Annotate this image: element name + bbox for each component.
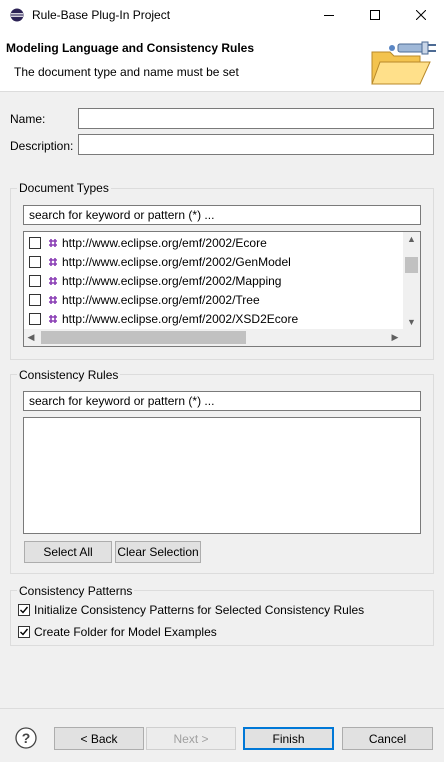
scroll-up-icon[interactable]: ▲ xyxy=(403,232,420,246)
maximize-icon xyxy=(370,10,380,20)
list-item-label: http://www.eclipse.org/emf/2002/Ecore xyxy=(62,235,267,250)
minimize-icon xyxy=(324,15,334,16)
checkbox[interactable] xyxy=(29,293,41,306)
list-item-label: http://www.eclipse.org/emf/2002/Mapping xyxy=(62,273,282,288)
footer-separator xyxy=(0,708,444,709)
list-item-label: http://www.eclipse.org/emf/2002/Tree xyxy=(62,292,260,307)
checkbox[interactable] xyxy=(29,312,41,325)
create-folder-option[interactable]: Create Folder for Model Examples xyxy=(18,625,217,639)
scroll-down-icon[interactable]: ▼ xyxy=(403,315,420,329)
package-icon xyxy=(49,314,57,323)
list-item[interactable]: http://www.eclipse.org/emf/2002/GenModel xyxy=(24,252,404,271)
page-message: The document type and name must be set xyxy=(14,65,239,79)
page-title: Modeling Language and Consistency Rules xyxy=(6,41,255,55)
horizontal-scrollbar[interactable]: ◀ ▶ xyxy=(24,329,420,346)
back-button[interactable]: < Back xyxy=(54,727,144,750)
document-types-list[interactable]: http://www.eclipse.org/emf/2002/Ecore ht… xyxy=(23,231,421,347)
name-label: Name: xyxy=(10,112,46,126)
title-bar: Rule-Base Plug-In Project xyxy=(0,0,444,30)
checkbox[interactable] xyxy=(29,236,41,249)
package-icon xyxy=(49,295,57,304)
checkbox[interactable] xyxy=(29,255,41,268)
close-button[interactable] xyxy=(398,0,444,30)
window-title: Rule-Base Plug-In Project xyxy=(32,8,171,22)
list-item-label: http://www.eclipse.org/emf/2002/GenModel xyxy=(62,254,291,269)
consistency-rules-search[interactable]: search for keyword or pattern (*) ... xyxy=(23,391,421,411)
document-types-search[interactable]: search for keyword or pattern (*) ... xyxy=(23,205,421,225)
checkbox[interactable] xyxy=(18,626,30,638)
scroll-left-icon[interactable]: ◀ xyxy=(24,329,38,346)
close-icon xyxy=(416,10,426,20)
checkmark-icon xyxy=(20,628,29,636)
svg-text:?: ? xyxy=(22,730,31,746)
checkmark-icon xyxy=(20,606,29,614)
name-input[interactable] xyxy=(78,108,434,129)
package-icon xyxy=(49,238,57,247)
document-types-title: Document Types xyxy=(17,181,111,195)
description-label: Description: xyxy=(10,139,74,153)
select-all-button[interactable]: Select All xyxy=(24,541,112,563)
maximize-button[interactable] xyxy=(352,0,398,30)
minimize-button[interactable] xyxy=(306,0,352,30)
list-item[interactable]: http://www.eclipse.org/emf/2002/Tree xyxy=(24,290,404,309)
consistency-rules-title: Consistency Rules xyxy=(17,368,121,382)
list-item[interactable]: http://www.eclipse.org/emf/2002/Mapping xyxy=(24,271,404,290)
checkbox[interactable] xyxy=(18,604,30,616)
clear-selection-button[interactable]: Clear Selection xyxy=(115,541,201,563)
eclipse-icon xyxy=(10,8,24,22)
description-input[interactable] xyxy=(78,134,434,155)
finish-button[interactable]: Finish xyxy=(243,727,334,750)
list-item[interactable]: http://www.eclipse.org/emf/2002/XSD2Ecor… xyxy=(24,309,404,328)
consistency-patterns-title: Consistency Patterns xyxy=(17,584,135,598)
folder-plugin-icon xyxy=(371,41,436,85)
wizard-header: Modeling Language and Consistency Rules … xyxy=(0,30,444,92)
init-patterns-option[interactable]: Initialize Consistency Patterns for Sele… xyxy=(18,603,364,617)
list-item[interactable]: http://www.eclipse.org/emf/2002/Ecore xyxy=(24,233,404,252)
checkbox[interactable] xyxy=(29,274,41,287)
next-button[interactable]: Next > xyxy=(146,727,236,750)
scroll-thumb[interactable] xyxy=(405,257,418,273)
package-icon xyxy=(49,276,57,285)
package-icon xyxy=(49,257,57,266)
help-icon[interactable]: ? xyxy=(15,727,37,749)
create-folder-label: Create Folder for Model Examples xyxy=(34,625,217,639)
vertical-scrollbar[interactable]: ▲ ▼ xyxy=(403,232,420,329)
cancel-button[interactable]: Cancel xyxy=(342,727,433,750)
document-types-rows: http://www.eclipse.org/emf/2002/Ecore ht… xyxy=(24,233,404,328)
consistency-rules-list[interactable] xyxy=(23,417,421,534)
scroll-right-icon[interactable]: ▶ xyxy=(388,329,402,346)
init-patterns-label: Initialize Consistency Patterns for Sele… xyxy=(34,603,365,617)
scroll-thumb[interactable] xyxy=(41,331,246,344)
list-item-label: http://www.eclipse.org/emf/2002/XSD2Ecor… xyxy=(62,311,299,326)
